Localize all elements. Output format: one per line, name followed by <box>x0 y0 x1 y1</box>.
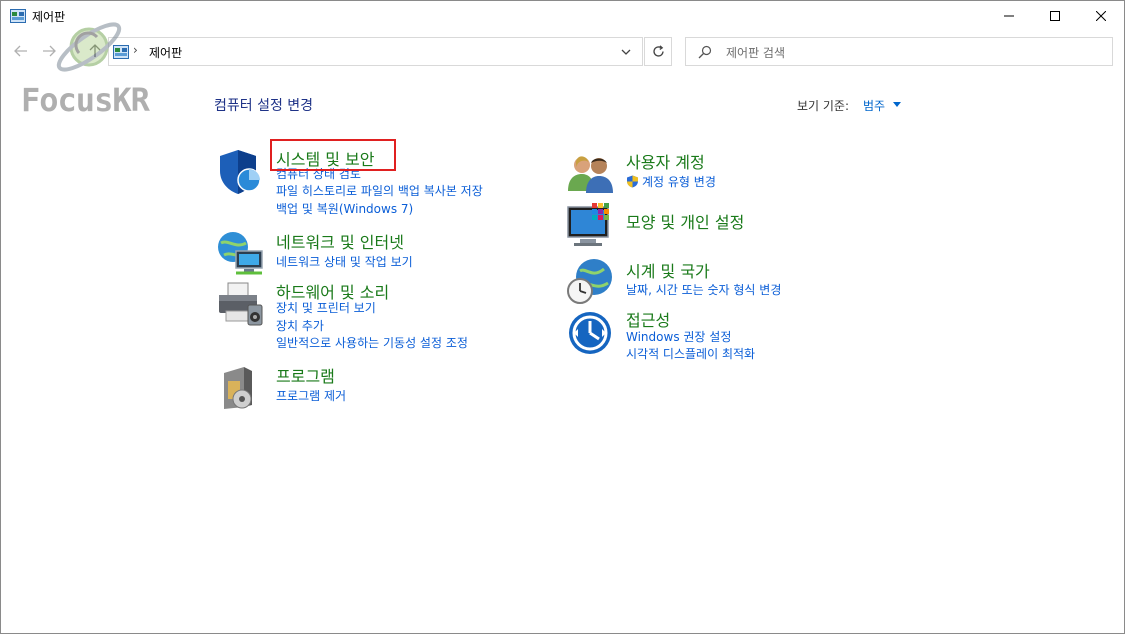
up-button[interactable] <box>85 41 105 61</box>
link-change-account-type-label: 계정 유형 변경 <box>642 175 716 189</box>
refresh-button[interactable] <box>644 37 672 66</box>
clock-globe-icon[interactable] <box>566 257 616 307</box>
arrow-left-icon <box>14 45 27 57</box>
link-optimize-display[interactable]: 시각적 디스플레이 최적화 <box>626 345 755 362</box>
link-network-status[interactable]: 네트워크 상태 및 작업 보기 <box>276 253 413 270</box>
category-title-clock[interactable]: 시계 및 국가 <box>626 258 710 282</box>
category-network: 네트워크 및 인터넷 네트워크 상태 및 작업 보기 <box>216 229 536 275</box>
forward-button[interactable] <box>39 41 59 61</box>
category-title-accounts[interactable]: 사용자 계정 <box>626 149 705 173</box>
address-dropdown-button[interactable] <box>618 45 634 59</box>
breadcrumb-separator: › <box>133 43 138 57</box>
title-bar[interactable]: 제어판 <box>1 1 1124 31</box>
caret-down-icon[interactable] <box>893 102 901 107</box>
category-appearance: 모양 및 개인 설정 <box>566 201 866 251</box>
users-icon[interactable] <box>566 149 616 199</box>
minimize-icon <box>1004 15 1014 17</box>
watermark-text: FocusKR <box>21 81 150 119</box>
highlight-rectangle <box>270 139 396 171</box>
arrow-up-icon <box>89 44 101 57</box>
maximize-icon <box>1050 11 1060 21</box>
minimize-button[interactable] <box>986 1 1032 31</box>
category-title-programs[interactable]: 프로그램 <box>276 363 335 387</box>
link-mobility-settings[interactable]: 일반적으로 사용하는 기동성 설정 조정 <box>276 334 468 351</box>
link-add-device[interactable]: 장치 추가 <box>276 317 324 334</box>
search-placeholder: 제어판 검색 <box>726 46 786 60</box>
address-bar[interactable]: › 제어판 <box>108 37 643 66</box>
category-clock-region: 시계 및 국가 날짜, 시간 또는 숫자 형식 변경 <box>566 257 866 307</box>
category-title-network[interactable]: 네트워크 및 인터넷 <box>276 229 404 253</box>
page-title: 컴퓨터 설정 변경 <box>214 98 314 114</box>
uac-shield-icon <box>627 175 638 188</box>
view-by-label: 보기 기준: <box>797 99 850 113</box>
close-button[interactable] <box>1078 1 1124 31</box>
link-date-time-format[interactable]: 날짜, 시간 또는 숫자 형식 변경 <box>626 281 781 298</box>
chevron-down-icon <box>621 49 631 55</box>
category-user-accounts: 사용자 계정 계정 유형 변경 <box>566 149 866 195</box>
category-programs: 프로그램 프로그램 제거 <box>216 363 536 409</box>
link-recommended-settings[interactable]: Windows 권장 설정 <box>626 328 731 345</box>
maximize-button[interactable] <box>1032 1 1078 31</box>
view-by-dropdown[interactable]: 범주 <box>863 97 885 114</box>
back-button[interactable] <box>11 41 31 61</box>
program-box-icon[interactable] <box>216 363 266 413</box>
category-hardware-sound: 하드웨어 및 소리 장치 및 프린터 보기 장치 추가 일반적으로 사용하는 기… <box>216 279 536 353</box>
window-title: 제어판 <box>32 10 66 24</box>
category-title-appearance[interactable]: 모양 및 개인 설정 <box>626 209 744 233</box>
link-change-account-type[interactable]: 계정 유형 변경 <box>626 173 716 190</box>
close-icon <box>1096 11 1106 21</box>
arrow-right-icon <box>43 45 56 57</box>
refresh-icon <box>652 45 664 57</box>
control-panel-icon <box>113 45 129 59</box>
search-icon <box>698 45 712 59</box>
printer-icon[interactable] <box>216 279 266 329</box>
control-panel-icon <box>10 9 26 23</box>
network-globe-icon[interactable] <box>216 229 266 279</box>
link-devices-printers[interactable]: 장치 및 프린터 보기 <box>276 299 376 316</box>
breadcrumb-item[interactable]: 제어판 <box>149 44 182 61</box>
link-file-history[interactable]: 파일 히스토리로 파일의 백업 복사본 저장 <box>276 182 483 199</box>
shield-icon[interactable] <box>216 147 266 197</box>
control-panel-window: 제어판 › 제어판 제어판 검색 FocusKR 컴퓨터 설정 변경 보기 기준… <box>0 0 1125 634</box>
category-ease-of-access: 접근성 Windows 권장 설정 시각적 디스플레이 최적화 <box>566 307 866 363</box>
link-backup-restore[interactable]: 백업 및 복원(Windows 7) <box>276 200 413 217</box>
display-palette-icon[interactable] <box>566 201 616 251</box>
search-box[interactable]: 제어판 검색 <box>685 37 1113 66</box>
focuskr-watermark: FocusKR <box>19 15 150 125</box>
link-uninstall-program[interactable]: 프로그램 제거 <box>276 387 346 404</box>
accessibility-icon[interactable] <box>566 307 616 357</box>
